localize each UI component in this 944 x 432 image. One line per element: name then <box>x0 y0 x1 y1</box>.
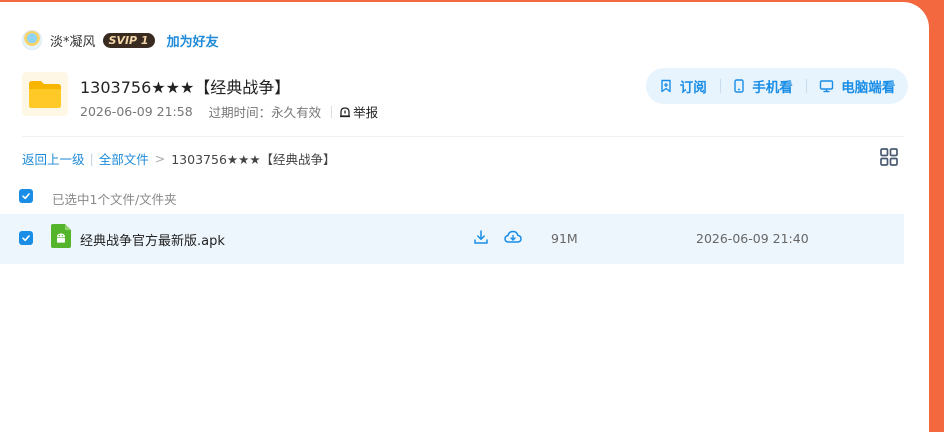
action-divider <box>719 79 721 93</box>
share-title: 1303756★★★【经典战争】 <box>80 78 291 97</box>
share-card: 淡*凝风 SVIP 1 加为好友 1303756★★★【经典战争】 2026-0… <box>0 2 929 432</box>
subscribe-label: 订阅 <box>679 80 707 96</box>
share-date: 2026-06-09 21:58 <box>80 104 193 119</box>
pc-view-button[interactable]: 电脑端看 <box>819 76 895 96</box>
cloud-save-icon[interactable] <box>504 229 522 245</box>
action-pill: 订阅 手机看 电脑端看 <box>646 68 908 104</box>
svip-badge: SVIP 1 <box>102 32 155 48</box>
owner-row: 淡*凝风 SVIP 1 加为好友 <box>22 30 219 50</box>
avatar[interactable] <box>22 30 42 50</box>
meta-divider <box>331 105 333 118</box>
breadcrumb-back[interactable]: 返回上一级 <box>22 149 85 168</box>
expiry-text: 过期时间：永久有效 <box>208 105 322 120</box>
report-link[interactable]: 举报 <box>339 102 378 121</box>
pc-view-label: 电脑端看 <box>841 80 896 96</box>
phone-view-button[interactable]: 手机看 <box>733 76 793 96</box>
grid-view-icon[interactable] <box>879 147 899 167</box>
android-apk-icon <box>51 224 71 248</box>
breadcrumb-all-files[interactable]: 全部文件 <box>99 149 149 168</box>
file-date: 2026-06-09 21:40 <box>696 231 809 246</box>
table-row[interactable]: 经典战争官方最新版.apk 91M 2026-06-09 21:40 <box>0 214 904 264</box>
file-size: 91M <box>551 231 578 246</box>
select-all-checkbox[interactable] <box>19 189 33 203</box>
subscribe-button[interactable]: 订阅 <box>659 76 707 96</box>
pc-icon <box>820 80 834 93</box>
action-divider <box>805 79 807 93</box>
row-checkbox[interactable] <box>19 231 33 245</box>
check-icon <box>22 193 30 200</box>
breadcrumb-chevron: > <box>154 151 166 166</box>
phone-icon <box>734 79 744 93</box>
selection-status: 已选中1个文件/文件夹 <box>52 192 177 207</box>
file-name[interactable]: 经典战争官方最新版.apk <box>80 230 225 249</box>
report-icon <box>340 106 351 117</box>
phone-view-label: 手机看 <box>752 80 793 96</box>
report-label: 举报 <box>353 105 379 120</box>
add-friend-link[interactable]: 加为好友 <box>167 31 219 50</box>
breadcrumb-separator: | <box>89 151 94 166</box>
download-icon[interactable] <box>473 229 489 245</box>
share-meta: 2026-06-09 21:58 过期时间：永久有效 举报 <box>80 102 378 121</box>
check-icon <box>22 235 30 242</box>
breadcrumb-current: 1303756★★★【经典战争】 <box>171 152 336 167</box>
breadcrumb: 返回上一级 | 全部文件 > 1303756★★★【经典战争】 <box>22 149 336 168</box>
owner-name[interactable]: 淡*凝风 <box>50 31 96 50</box>
header-divider <box>22 136 904 137</box>
subscribe-icon <box>661 79 671 93</box>
folder-icon <box>22 72 68 116</box>
